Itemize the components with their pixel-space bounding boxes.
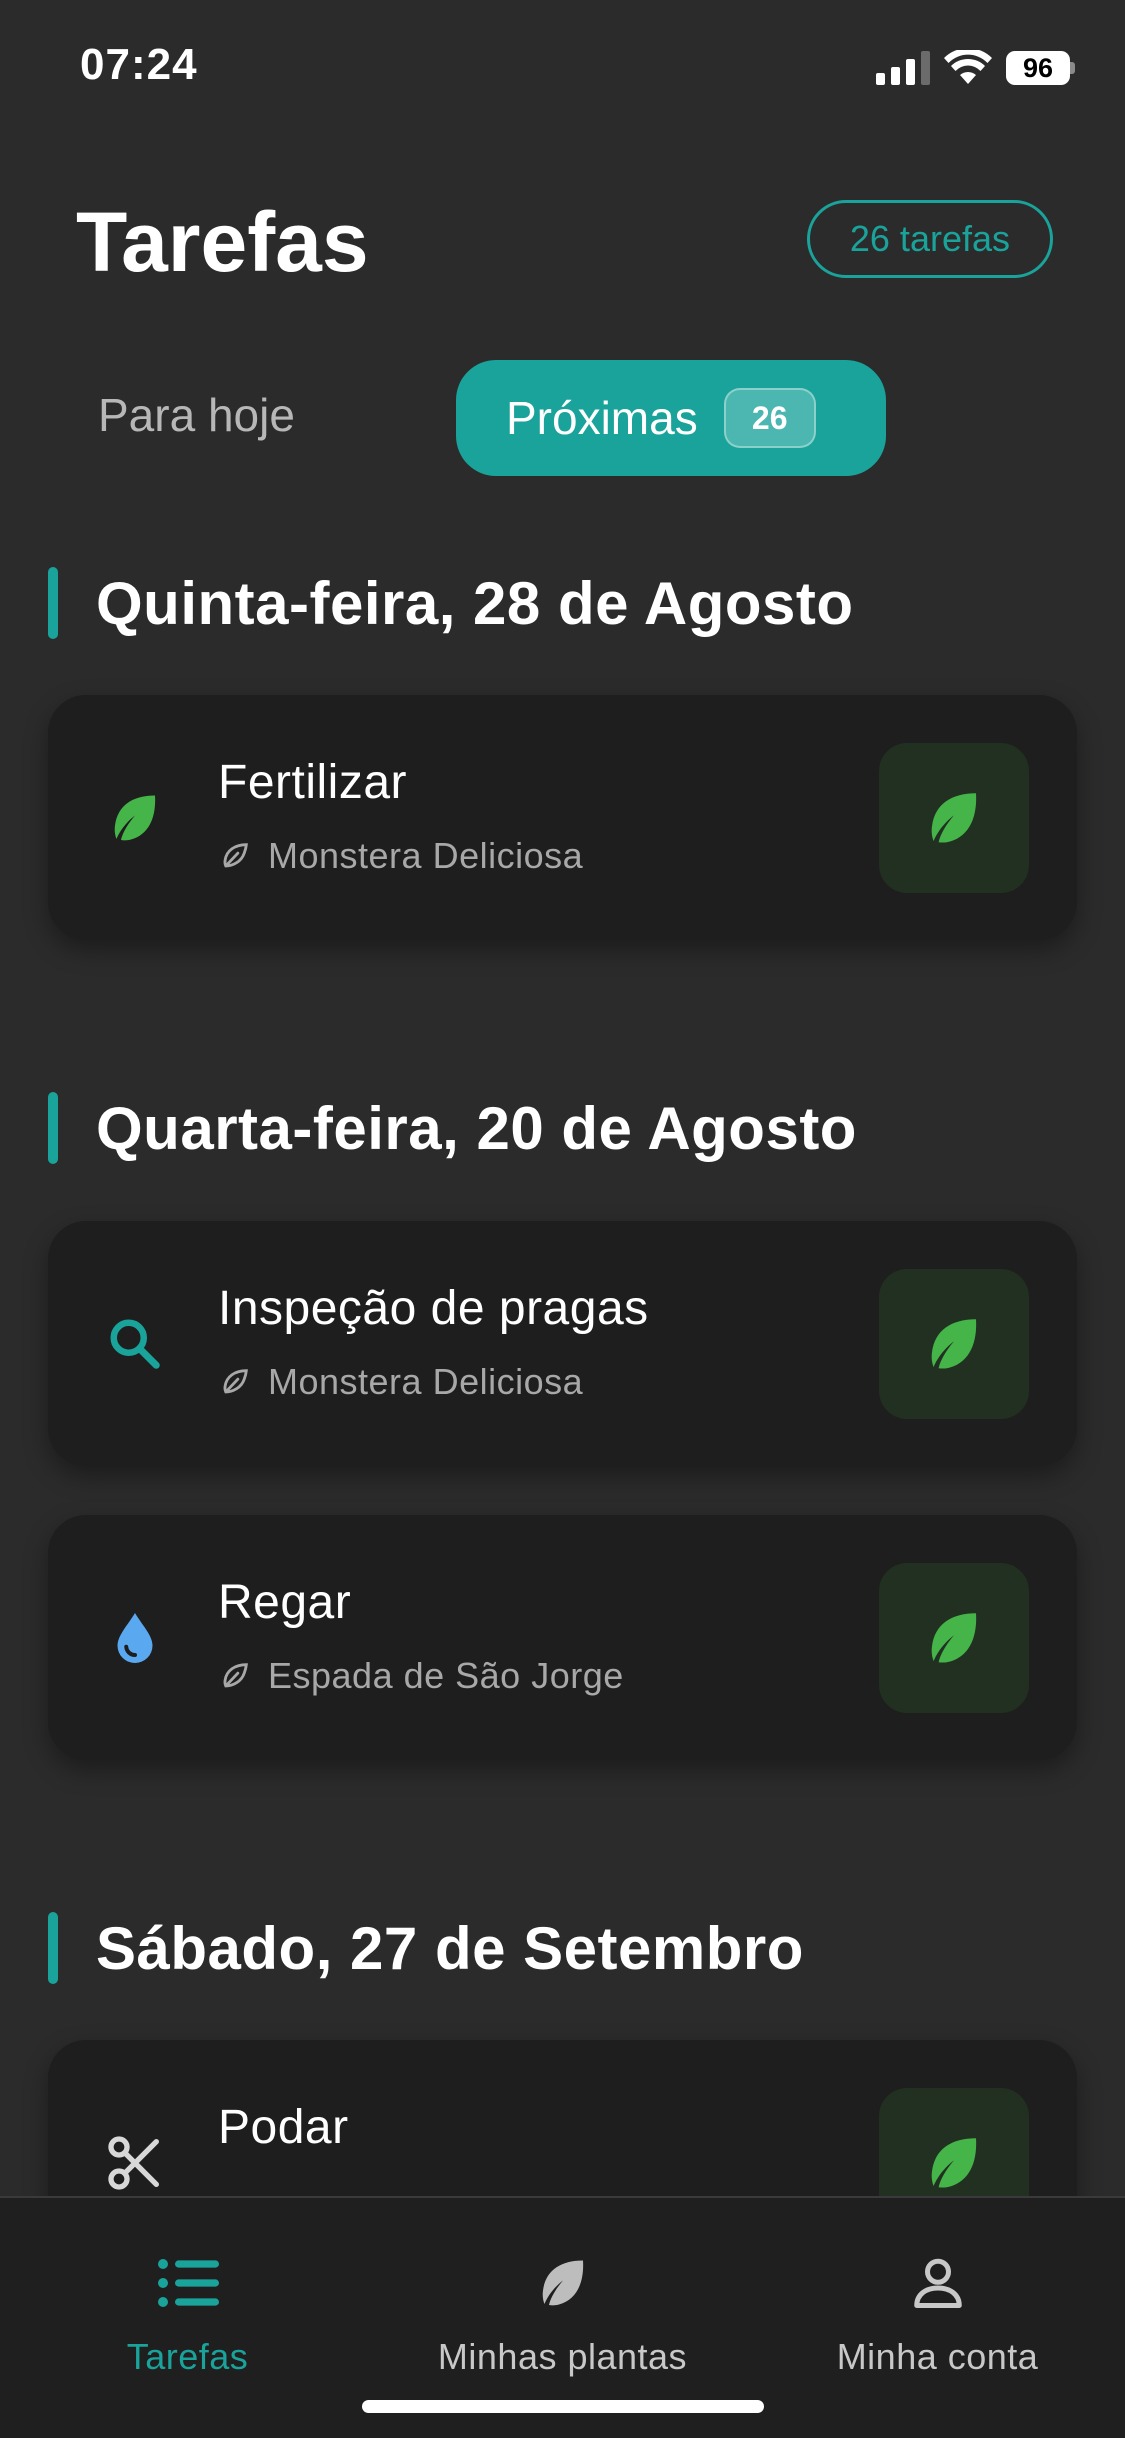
nav-item-plants[interactable]: Minhas plantas [375,2248,750,2378]
nav-item-account[interactable]: Minha conta [750,2248,1125,2378]
nav-label-account: Minha conta [836,2336,1039,2377]
list-icon [157,2248,219,2318]
leaf-outline-icon [223,1663,248,1688]
leaf-icon [931,2138,977,2188]
section-title: Sábado, 27 de Setembro [96,1914,804,1982]
tab-upcoming-badge: 26 [723,388,816,448]
status-icons: 96 [876,46,1075,90]
battery-icon: 96 [1006,51,1070,85]
nav-label-tasks: Tarefas [126,2336,249,2377]
tab-upcoming[interactable]: Próximas 26 [456,360,886,476]
task-plant: Monstera Deliciosa [218,835,583,877]
cellular-signal-icon [876,51,930,85]
task-plant: Espada de São Jorge [218,1655,624,1697]
task-plant-name: Monstera Deliciosa [268,1361,584,1402]
tab-upcoming-label: Próximas [506,392,698,444]
status-bar: 07:24 96 [0,0,1125,130]
section-title: Quinta-feira, 28 de Agosto [96,569,854,637]
task-count-badge: 26 tarefas [806,200,1053,278]
plant-thumbnail [879,743,1029,893]
leaf-icon [100,783,170,853]
leaf-icon [931,1319,977,1369]
leaf-icon [533,2248,593,2318]
section-header: Sábado, 27 de Setembro [48,1912,804,1984]
section-accent-bar [48,567,58,639]
person-icon [908,2248,968,2318]
section-accent-bar [48,1912,58,1984]
leaf-icon [931,793,977,843]
nav-item-tasks[interactable]: Tarefas [0,2248,375,2378]
task-plant: Monstera Deliciosa [218,1361,583,1403]
task-plant-name: Monstera Deliciosa [268,835,584,876]
page-title: Tarefas [76,195,369,289]
plant-thumbnail [879,1563,1029,1713]
task-plant-name: Espada de São Jorge [268,1655,624,1696]
leaf-outline-icon [223,843,248,868]
plant-thumbnail [879,1269,1029,1419]
task-title: Fertilizar [218,756,408,809]
task-card[interactable]: Inspeção de pragas Monstera Deliciosa [48,1221,1077,1466]
wifi-icon [944,50,992,84]
task-title: Podar [218,2101,349,2154]
task-card[interactable]: Fertilizar Monstera Deliciosa [48,695,1077,940]
section-header: Quarta-feira, 20 de Agosto [48,1092,857,1164]
water-drop-icon [100,1603,170,1673]
tab-today[interactable]: Para hoje [98,388,295,442]
nav-label-plants: Minhas plantas [437,2336,688,2377]
section-header: Quinta-feira, 28 de Agosto [48,567,854,639]
home-indicator [362,2400,764,2413]
task-card[interactable]: Regar Espada de São Jorge [48,1515,1077,1760]
section-title: Quarta-feira, 20 de Agosto [96,1094,857,1162]
status-time: 07:24 [80,40,198,89]
section-accent-bar [48,1092,58,1164]
search-icon [100,1309,170,1379]
task-title: Regar [218,1576,352,1629]
leaf-outline-icon [223,1369,248,1394]
battery-indicator: 96 [1006,51,1075,85]
leaf-icon [931,1613,977,1663]
task-title: Inspeção de pragas [218,1282,649,1335]
scissors-icon [100,2128,170,2198]
